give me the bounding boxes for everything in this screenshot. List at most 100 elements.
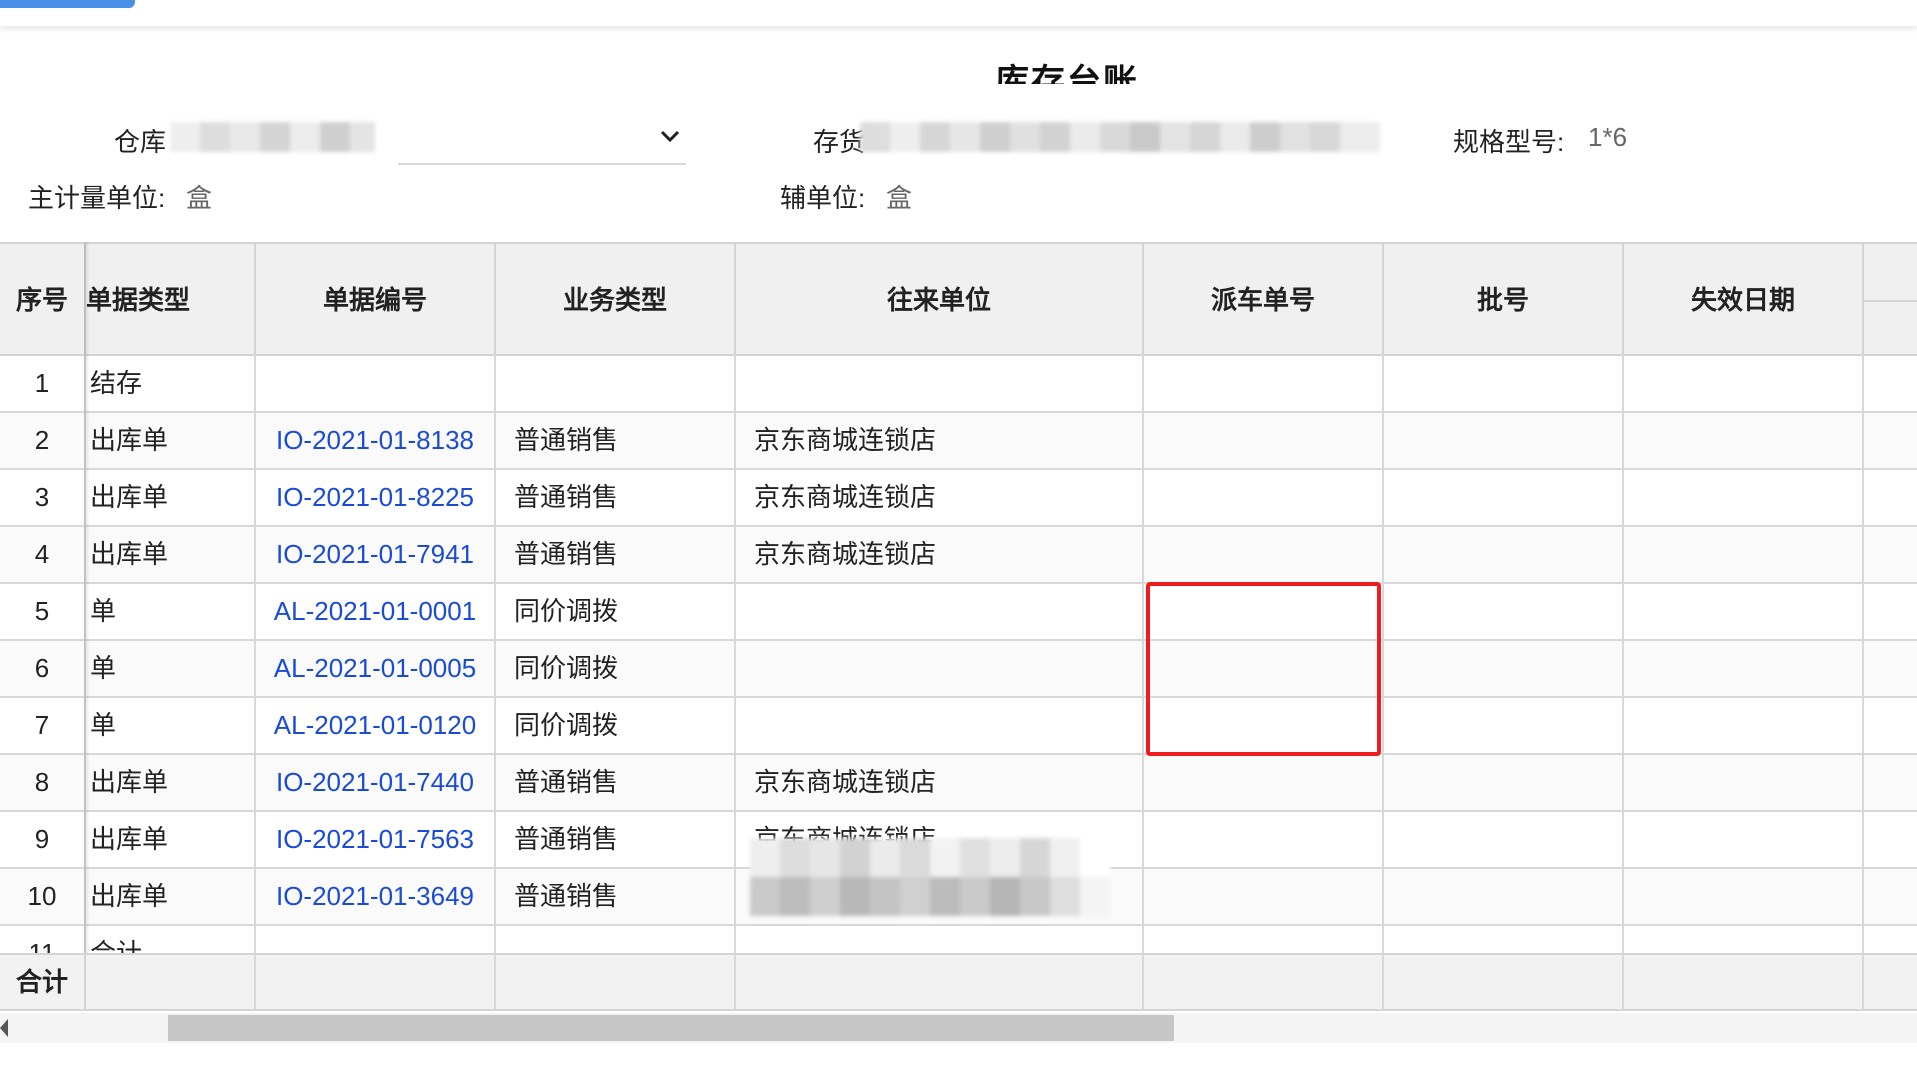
cell-biz-type: 普通销售 bbox=[496, 869, 736, 924]
cell-partner bbox=[736, 584, 1144, 639]
cell-dispatch-no bbox=[1144, 470, 1384, 525]
cell-doc-type: 单 bbox=[86, 698, 256, 753]
frozen-column-shadow bbox=[84, 242, 90, 956]
cell-batch-no bbox=[1384, 812, 1624, 867]
cell-doc-no[interactable]: AL-2021-01-0120 bbox=[256, 698, 496, 753]
cell-doc-no[interactable]: IO-2021-01-7941 bbox=[256, 527, 496, 582]
cell-doc-no bbox=[256, 926, 496, 956]
cell-doc-no[interactable]: IO-2021-01-8225 bbox=[256, 470, 496, 525]
warehouse-value-redacted bbox=[170, 122, 400, 152]
table-row[interactable]: 1 结存 bbox=[0, 356, 1917, 413]
col-header-batch-no[interactable]: 批号 bbox=[1384, 244, 1624, 356]
scroll-left-arrow-icon[interactable] bbox=[0, 1019, 8, 1037]
warehouse-select[interactable] bbox=[398, 163, 686, 165]
cell-seq: 4 bbox=[0, 527, 86, 582]
table-row[interactable]: 7 单 AL-2021-01-0120 同价调拨 bbox=[0, 698, 1917, 755]
table-row[interactable]: 6 单 AL-2021-01-0005 同价调拨 bbox=[0, 641, 1917, 698]
cell-doc-type: 出库单 bbox=[86, 755, 256, 810]
cell-next bbox=[1864, 470, 1917, 525]
cell-expiry-date bbox=[1624, 698, 1864, 753]
totals-row: 合计 bbox=[0, 953, 1917, 1011]
top-bar bbox=[0, 0, 1917, 26]
cell-seq: 10 bbox=[0, 869, 86, 924]
header-subdivider bbox=[1864, 300, 1917, 302]
cell-doc-type: 出库单 bbox=[86, 812, 256, 867]
cell-next bbox=[1864, 755, 1917, 810]
col-header-partner[interactable]: 往来单位 bbox=[736, 244, 1144, 356]
cell-biz-type: 普通销售 bbox=[496, 812, 736, 867]
col-header-doc-type[interactable]: 单据类型 bbox=[86, 244, 256, 356]
cell-doc-no[interactable]: IO-2021-01-3649 bbox=[256, 869, 496, 924]
cell-seq: 1 bbox=[0, 356, 86, 411]
inventory-label: 存货 bbox=[813, 127, 866, 157]
cell-doc-type: 出库单 bbox=[86, 413, 256, 468]
cell-next bbox=[1864, 698, 1917, 753]
totals-divider bbox=[1142, 955, 1144, 1009]
table-row[interactable]: 3 出库单 IO-2021-01-8225 普通销售 京东商城连锁店 bbox=[0, 470, 1917, 527]
cell-batch-no bbox=[1384, 413, 1624, 468]
cell-doc-no[interactable]: AL-2021-01-0001 bbox=[256, 584, 496, 639]
active-tab-indicator[interactable] bbox=[0, 0, 135, 8]
cell-doc-type: 单 bbox=[86, 641, 256, 696]
cell-doc-type: 合计 bbox=[86, 926, 256, 956]
cell-next bbox=[1864, 527, 1917, 582]
cell-doc-type: 结存 bbox=[86, 356, 256, 411]
cell-batch-no bbox=[1384, 698, 1624, 753]
cell-expiry-date bbox=[1624, 812, 1864, 867]
cell-biz-type: 同价调拨 bbox=[496, 641, 736, 696]
cell-expiry-date bbox=[1624, 413, 1864, 468]
cell-batch-no bbox=[1384, 470, 1624, 525]
cell-biz-type: 普通销售 bbox=[496, 755, 736, 810]
table-row[interactable]: 5 单 AL-2021-01-0001 同价调拨 bbox=[0, 584, 1917, 641]
chevron-down-icon[interactable] bbox=[656, 122, 684, 150]
scrollbar-thumb[interactable] bbox=[168, 1015, 1174, 1041]
cell-biz-type bbox=[496, 356, 736, 411]
horizontal-scrollbar[interactable] bbox=[0, 1013, 1917, 1043]
cell-seq: 7 bbox=[0, 698, 86, 753]
cell-expiry-date bbox=[1624, 755, 1864, 810]
cell-expiry-date bbox=[1624, 470, 1864, 525]
col-header-seq[interactable]: 序号 bbox=[0, 244, 86, 356]
totals-divider bbox=[734, 955, 736, 1009]
main-unit-label: 主计量单位: bbox=[28, 183, 166, 213]
cell-expiry-date bbox=[1624, 641, 1864, 696]
title-occlusion bbox=[990, 84, 1160, 100]
warehouse-label: 仓库 bbox=[114, 127, 167, 157]
cell-batch-no bbox=[1384, 926, 1624, 956]
cell-partner bbox=[736, 698, 1144, 753]
cell-doc-no[interactable]: IO-2021-01-7563 bbox=[256, 812, 496, 867]
cell-partner: 京东商城连锁店 bbox=[736, 470, 1144, 525]
table-row[interactable]: 2 出库单 IO-2021-01-8138 普通销售 京东商城连锁店 bbox=[0, 413, 1917, 470]
col-header-dispatch-no[interactable]: 派车单号 bbox=[1144, 244, 1384, 356]
table-row[interactable]: 8 出库单 IO-2021-01-7440 普通销售 京东商城连锁店 bbox=[0, 755, 1917, 812]
cell-partner bbox=[736, 356, 1144, 411]
partner-value-redacted bbox=[750, 838, 1110, 916]
cell-next bbox=[1864, 812, 1917, 867]
totals-divider bbox=[254, 955, 256, 1009]
cell-batch-no bbox=[1384, 527, 1624, 582]
main-unit-value: 盒 bbox=[186, 183, 213, 213]
cell-seq: 3 bbox=[0, 470, 86, 525]
cell-seq: 8 bbox=[0, 755, 86, 810]
table-row[interactable]: 4 出库单 IO-2021-01-7941 普通销售 京东商城连锁店 bbox=[0, 527, 1917, 584]
col-header-expiry-date[interactable]: 失效日期 bbox=[1624, 244, 1864, 356]
cell-dispatch-no bbox=[1144, 869, 1384, 924]
cell-expiry-date bbox=[1624, 869, 1864, 924]
cell-partner bbox=[736, 926, 1144, 956]
col-header-biz-type[interactable]: 业务类型 bbox=[496, 244, 736, 356]
cell-doc-no[interactable]: IO-2021-01-8138 bbox=[256, 413, 496, 468]
cell-biz-type: 普通销售 bbox=[496, 527, 736, 582]
cell-doc-no[interactable]: IO-2021-01-7440 bbox=[256, 755, 496, 810]
cell-next bbox=[1864, 869, 1917, 924]
cell-dispatch-no bbox=[1144, 812, 1384, 867]
cell-dispatch-no bbox=[1144, 413, 1384, 468]
table-row[interactable]: 11 合计 bbox=[0, 926, 1917, 956]
highlight-box bbox=[1146, 582, 1381, 756]
cell-partner bbox=[736, 641, 1144, 696]
inventory-value-redacted bbox=[860, 122, 1380, 152]
cell-biz-type: 同价调拨 bbox=[496, 584, 736, 639]
cell-expiry-date bbox=[1624, 926, 1864, 956]
col-header-doc-no[interactable]: 单据编号 bbox=[256, 244, 496, 356]
cell-doc-no[interactable]: AL-2021-01-0005 bbox=[256, 641, 496, 696]
cell-biz-type: 同价调拨 bbox=[496, 698, 736, 753]
